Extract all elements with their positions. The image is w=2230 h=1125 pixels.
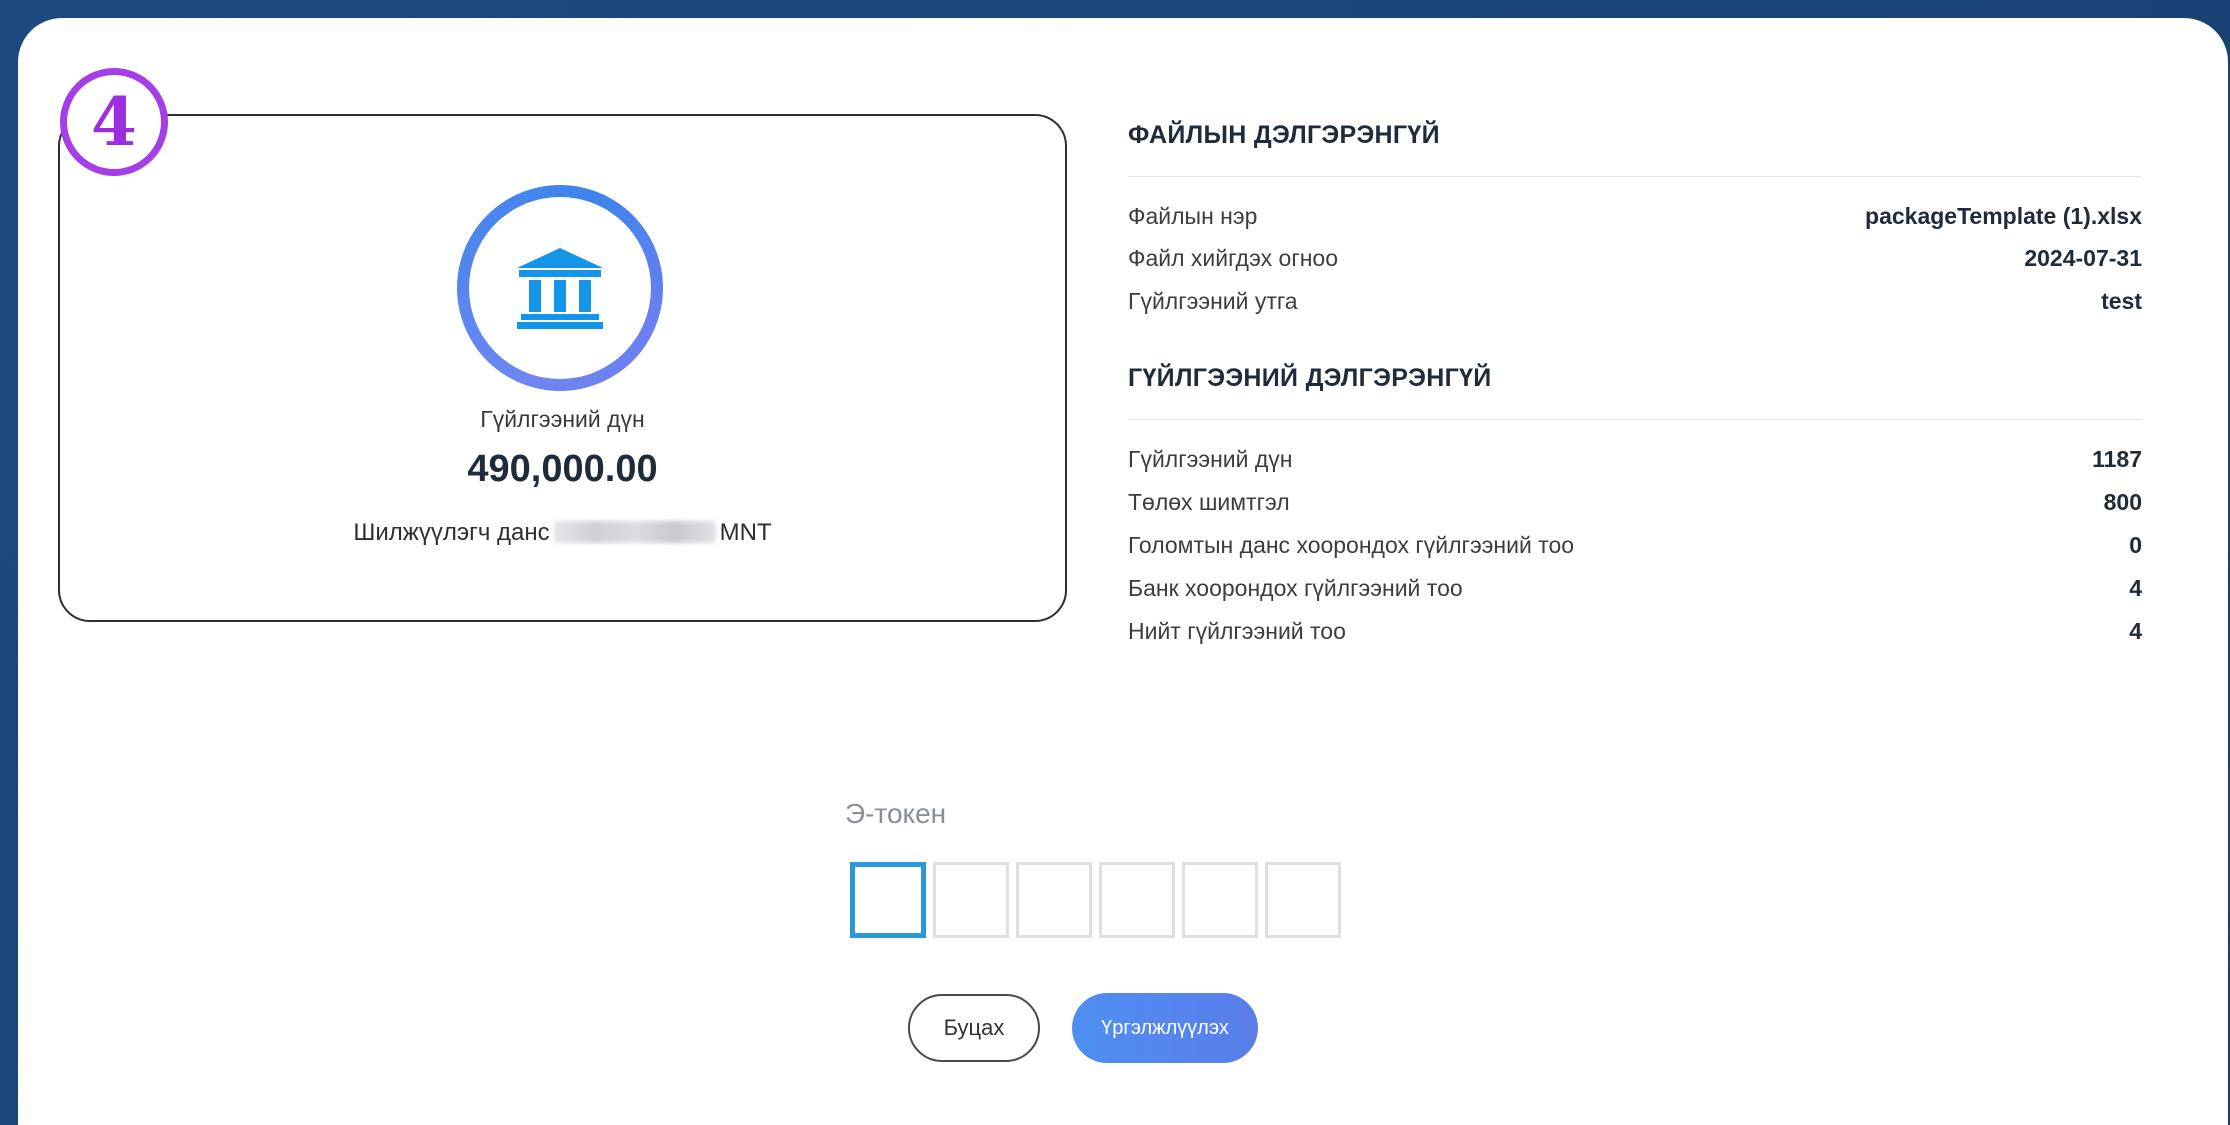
file-details-title: ФАЙЛЫН ДЭЛГЭРЭНГҮЙ bbox=[1128, 121, 1440, 149]
file-detail-row: Файл хийгдэх огноо 2024-07-31 bbox=[1128, 245, 2142, 272]
file-detail-row: Файлын нэр packageTemplate (1).xlsx bbox=[1128, 203, 2142, 230]
transaction-description-label: Гүйлгээний утга bbox=[1128, 288, 1298, 314]
etoken-digit-5[interactable] bbox=[1182, 862, 1258, 938]
fee-label: Төлөх шимтгэл bbox=[1128, 489, 1290, 515]
transaction-description-value: test bbox=[2101, 288, 2142, 314]
step-number-badge: 4 bbox=[60, 68, 168, 176]
total-transfer-count-label: Нийт гүйлгээний тоо bbox=[1128, 618, 1346, 644]
back-button[interactable]: Буцах bbox=[908, 994, 1040, 1062]
etoken-digit-6[interactable] bbox=[1265, 862, 1341, 938]
etoken-digit-3[interactable] bbox=[1016, 862, 1092, 938]
transaction-detail-row: Нийт гүйлгээний тоо 4 bbox=[1128, 618, 2142, 645]
transaction-amount-label: Гүйлгээний дүн bbox=[1128, 446, 1293, 472]
amount-value: 490,000.00 bbox=[467, 448, 658, 490]
blurred-account-number bbox=[553, 521, 716, 543]
file-name-value: packageTemplate (1).xlsx bbox=[1865, 203, 2142, 229]
transaction-detail-row: Голомтын данс хоорондох гүйлгээний тоо 0 bbox=[1128, 532, 2142, 559]
file-date-label: Файл хийгдэх огноо bbox=[1128, 245, 1338, 271]
interbank-transfer-count-value: 4 bbox=[2129, 575, 2142, 601]
amount-label: Гүйлгээний дүн bbox=[480, 406, 645, 432]
transaction-amount-value: 1187 bbox=[2092, 446, 2142, 472]
golomt-transfer-count-label: Голомтын данс хоорондох гүйлгээний тоо bbox=[1128, 532, 1575, 558]
currency-label: MNT bbox=[719, 519, 772, 546]
continue-button[interactable]: Үргэлжлүүлэх bbox=[1072, 993, 1258, 1063]
golomt-transfer-count-value: 0 bbox=[2129, 532, 2142, 558]
file-detail-row: Гүйлгээний утга test bbox=[1128, 288, 2142, 315]
etoken-input-group bbox=[850, 862, 1341, 938]
etoken-digit-2[interactable] bbox=[933, 862, 1009, 938]
etoken-digit-4[interactable] bbox=[1099, 862, 1175, 938]
total-transfer-count-value: 4 bbox=[2129, 618, 2142, 644]
file-date-value: 2024-07-31 bbox=[2024, 245, 2142, 271]
sender-account-label: Шилжүүлэгч данс bbox=[353, 519, 550, 546]
etoken-label: Э-токен bbox=[845, 798, 947, 829]
transaction-details-divider bbox=[1128, 419, 2142, 420]
transaction-details-title: ГҮЙЛГЭЭНИЙ ДЭЛГЭРЭНГҮЙ bbox=[1128, 364, 1492, 392]
transaction-detail-row: Гүйлгээний дүн 1187 bbox=[1128, 446, 2142, 473]
transaction-detail-row: Төлөх шимтгэл 800 bbox=[1128, 489, 2142, 516]
bank-icon bbox=[517, 248, 603, 329]
file-name-label: Файлын нэр bbox=[1128, 203, 1258, 229]
bank-icon-circle bbox=[457, 185, 663, 391]
file-details-divider bbox=[1128, 176, 2142, 177]
etoken-digit-1[interactable] bbox=[850, 862, 926, 938]
step-number: 4 bbox=[91, 83, 137, 161]
transaction-detail-row: Банк хоорондох гүйлгээний тоо 4 bbox=[1128, 575, 2142, 602]
fee-value: 800 bbox=[2103, 489, 2142, 515]
interbank-transfer-count-label: Банк хоорондох гүйлгээний тоо bbox=[1128, 575, 1463, 601]
sender-account-line: Шилжүүлэгч данс MNT bbox=[58, 519, 1067, 547]
